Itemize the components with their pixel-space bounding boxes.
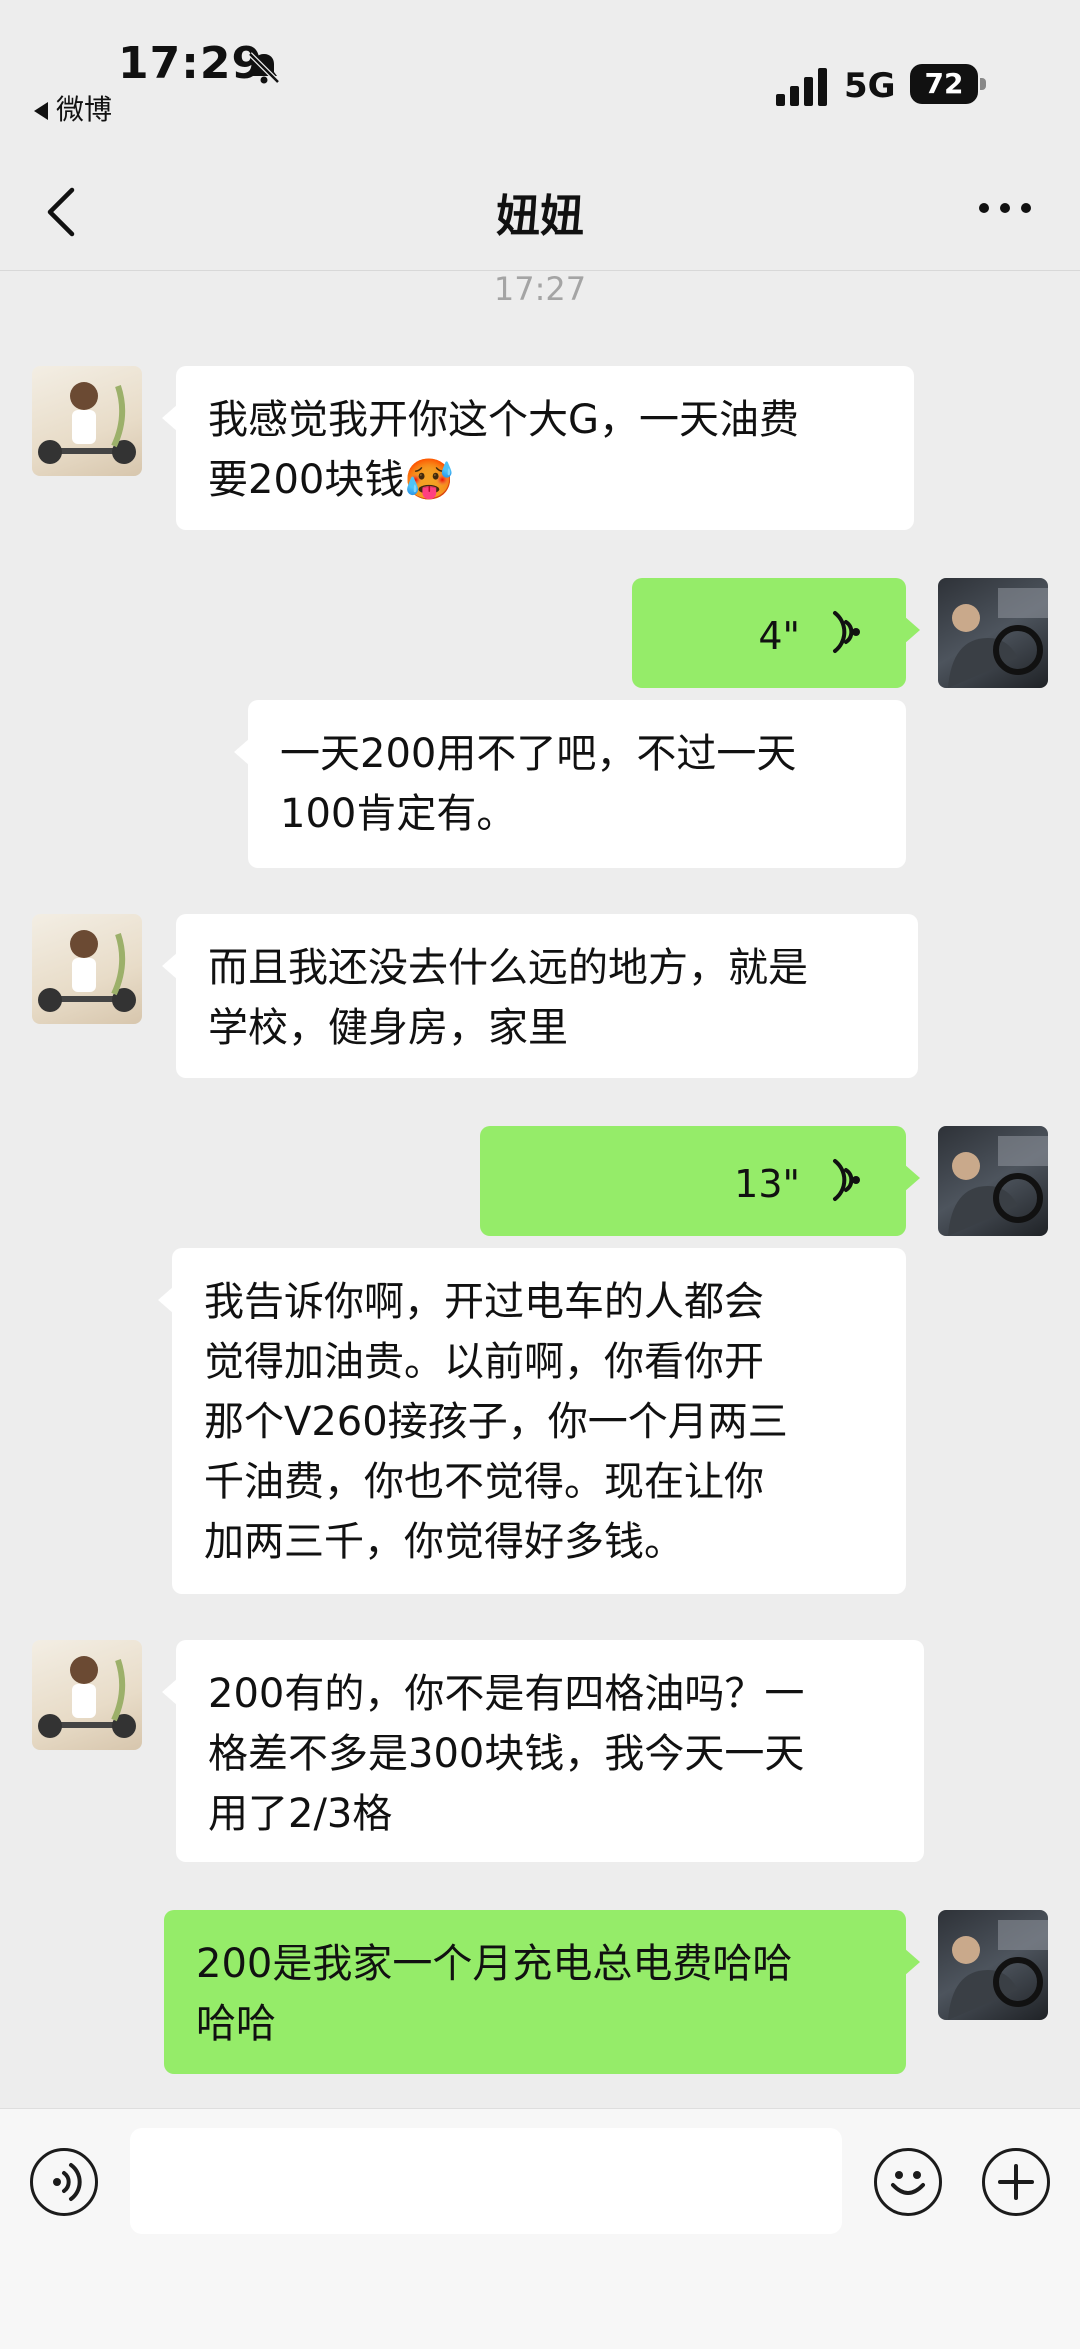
voice-message-bubble[interactable]: 13" (480, 1126, 920, 1236)
contact-avatar[interactable] (32, 914, 142, 1024)
message-text-line: 200有的，你不是有四格油吗？一 (208, 1671, 805, 1717)
message-text-line: 要200块钱🥵 (208, 457, 455, 503)
more-options-icon[interactable] (978, 196, 1032, 220)
voice-wave-icon (53, 2163, 82, 2201)
transcript-text-line: 100肯定有。 (280, 791, 517, 837)
voice-duration: 4" (758, 614, 800, 658)
back-triangle-icon (34, 102, 48, 120)
transcript-text-line: 觉得加油贵。以前啊，你看你开 (204, 1339, 764, 1385)
plus-icon (998, 2164, 1034, 2200)
battery-level: 72 (910, 64, 978, 104)
message-text-line: 用了2/3格 (208, 1791, 393, 1837)
message-text-line: 格差不多是300块钱，我今天一天 (208, 1731, 805, 1777)
status-time: 17:29 (118, 38, 264, 89)
message-timestamp: 17:27 (493, 270, 587, 308)
emoji-button[interactable] (874, 2148, 942, 2216)
voice-transcript-box: 一天200用不了吧，不过一天 100肯定有。 (234, 700, 906, 868)
my-avatar[interactable] (938, 578, 1048, 688)
battery-tip-icon (980, 78, 986, 90)
voice-message-bubble[interactable]: 4" (632, 578, 920, 688)
transcript-text-line: 加两三千，你觉得好多钱。 (204, 1519, 684, 1565)
message-text-line: 而且我还没去什么远的地方，就是 (208, 945, 808, 991)
cellular-signal-icon (776, 68, 827, 106)
more-functions-button[interactable] (982, 2148, 1050, 2216)
my-avatar[interactable] (938, 1126, 1048, 1236)
voice-transcript-box: 我告诉你啊，开过电车的人都会 觉得加油贵。以前啊，你看你开 那个V260接孩子，… (158, 1248, 906, 1594)
smiley-icon (891, 2171, 925, 2195)
contact-avatar[interactable] (32, 1640, 142, 1750)
message-text-line: 我感觉我开你这个大G，一天油费 (208, 397, 799, 443)
message-text-line: 哈哈 (196, 2001, 276, 2047)
incoming-message-bubble[interactable]: 200有的，你不是有四格油吗？一 格差不多是300块钱，我今天一天 用了2/3格 (162, 1640, 924, 1862)
chat-title: 妞妞 (496, 191, 584, 242)
voice-wave-icon (833, 611, 860, 653)
transcript-text-line: 那个V260接孩子，你一个月两三 (204, 1399, 788, 1445)
contact-avatar[interactable] (32, 366, 142, 476)
my-avatar[interactable] (938, 1910, 1048, 2020)
incoming-message-bubble[interactable]: 而且我还没去什么远的地方，就是 学校，健身房，家里 (162, 914, 918, 1078)
voice-duration: 13" (734, 1162, 800, 1206)
network-type: 5G (844, 66, 896, 106)
transcript-text-line: 一天200用不了吧，不过一天 (280, 731, 797, 777)
voice-wave-icon (833, 1159, 860, 1201)
voice-input-button[interactable] (30, 2148, 98, 2216)
message-text-line: 200是我家一个月充电总电费哈哈 (196, 1941, 793, 1987)
incoming-message-bubble[interactable]: 我感觉我开你这个大G，一天油费 要200块钱🥵 (162, 366, 914, 530)
mute-bell-icon (248, 52, 280, 84)
back-app-label: 微博 (56, 93, 113, 126)
message-input[interactable] (130, 2128, 842, 2234)
transcript-text-line: 我告诉你啊，开过电车的人都会 (204, 1279, 764, 1325)
back-to-app-link[interactable]: 微博 (34, 88, 112, 128)
outgoing-message-bubble[interactable]: 200是我家一个月充电总电费哈哈 哈哈 (164, 1910, 920, 2074)
message-text-line: 学校，健身房，家里 (208, 1005, 568, 1051)
transcript-text-line: 千油费，你也不觉得。现在让你 (204, 1459, 764, 1505)
